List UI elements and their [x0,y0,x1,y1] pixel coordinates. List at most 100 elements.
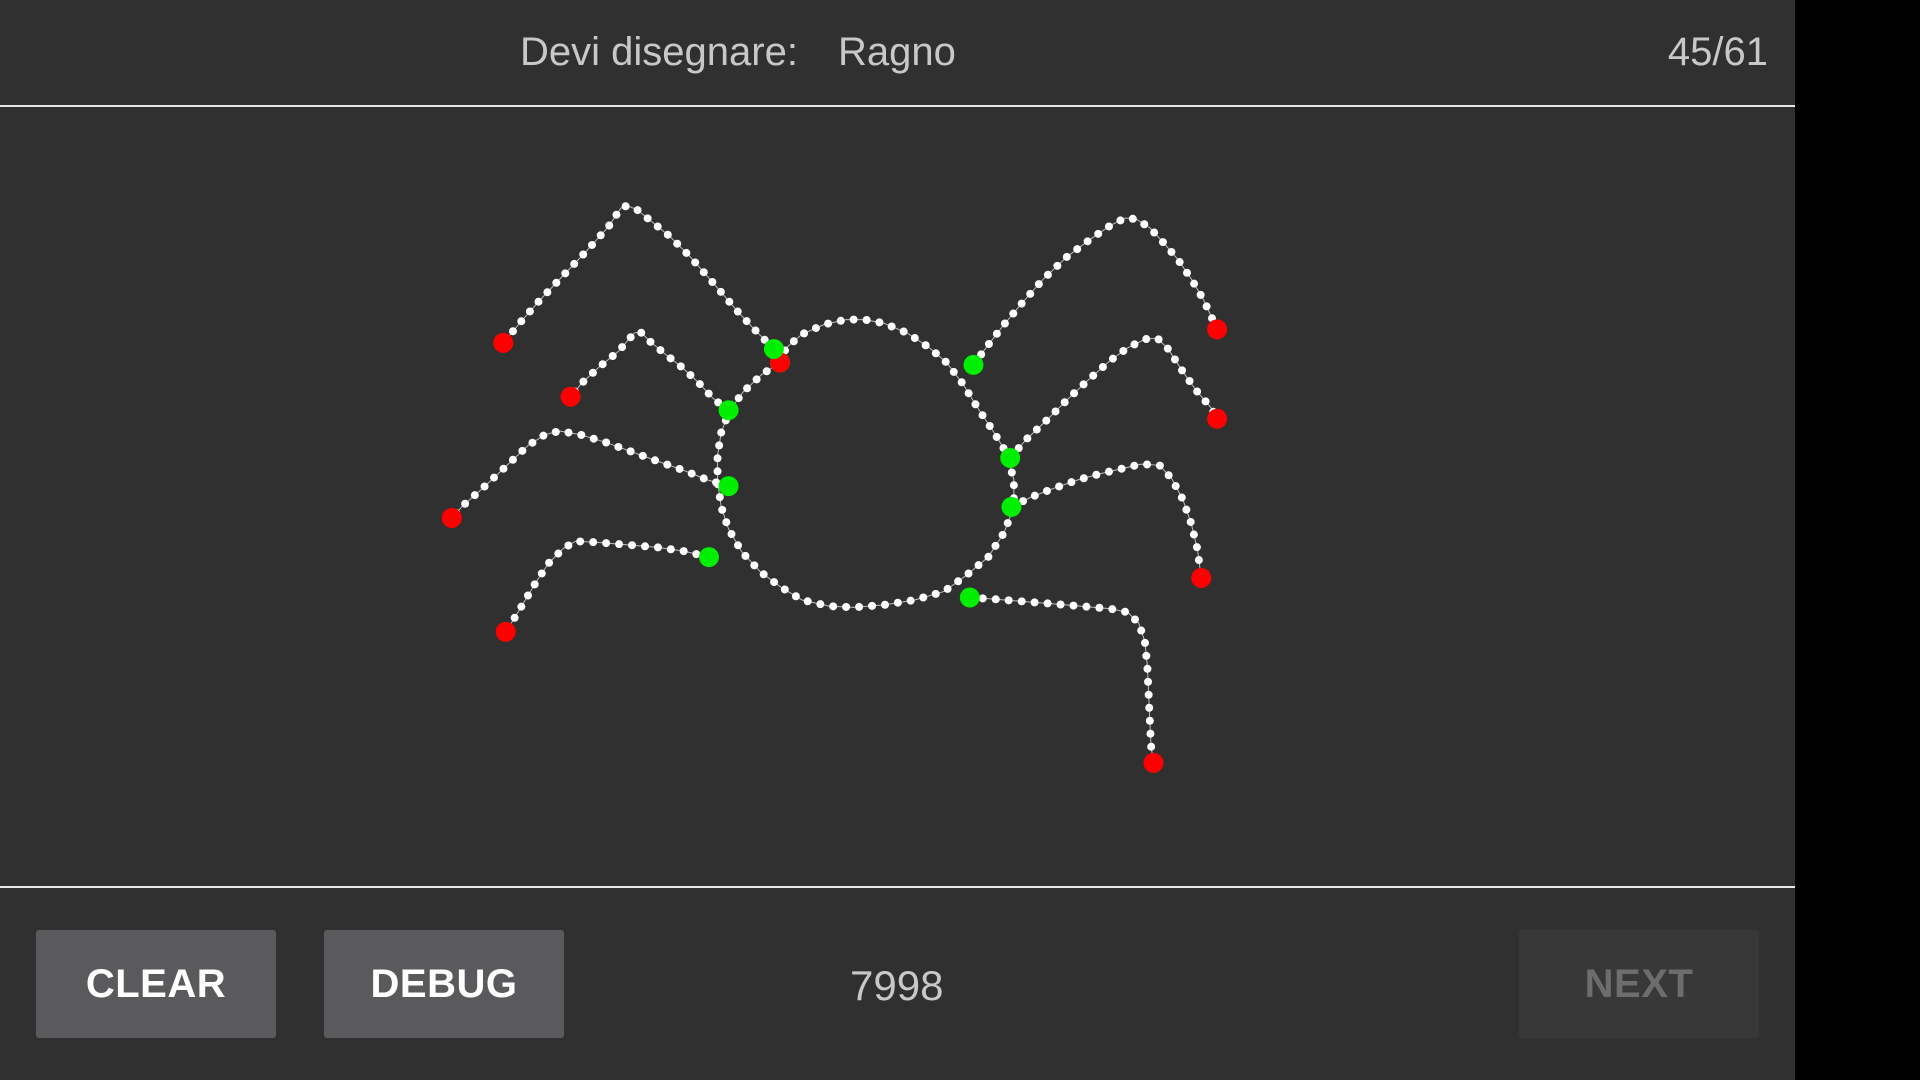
stroke-point [656,346,665,355]
stroke-point [971,400,980,409]
stroke-point [734,394,743,403]
stroke-end-point [1143,752,1164,773]
stroke-point [530,580,539,589]
next-button[interactable]: NEXT [1519,930,1759,1038]
stroke-point [1193,387,1202,396]
stroke-point [564,428,573,437]
stroke-end-point [560,386,581,407]
stroke-point [875,318,884,327]
stroke-point [1032,425,1041,434]
stroke-point [715,441,724,450]
stroke-point [1186,517,1195,526]
stroke-point [919,593,928,602]
stroke-point [791,592,800,601]
stroke-point [1137,626,1146,635]
stroke-point [1196,290,1205,299]
stroke-point [1201,397,1210,406]
score-value: 7998 [850,962,944,1009]
stroke-point [992,329,1001,338]
stroke-point [816,600,825,609]
stroke-point [800,329,809,338]
stroke-point [733,307,742,316]
stroke-point [985,422,994,431]
stroke-point [789,337,798,346]
screen-edge [1795,0,1920,1080]
stroke-point [1073,245,1082,254]
clear-button[interactable]: CLEAR [36,930,276,1038]
drawn-stroke-5 [495,537,719,642]
stroke-point [1182,505,1191,514]
stroke-point [954,577,963,586]
stroke-point [899,327,908,336]
stroke-point [1117,464,1126,473]
stroke-point [608,351,617,360]
stroke-point [1060,398,1069,407]
stroke-point [1150,228,1159,237]
stroke-point [1042,416,1051,425]
stroke-point [957,378,966,387]
stroke-point [679,547,688,556]
stroke-point [1062,252,1071,261]
stroke-point [829,602,838,611]
stroke-point [653,543,662,552]
stroke-point [699,268,708,277]
stroke-point [1053,261,1062,270]
stroke-point [984,339,993,348]
stroke-point [1083,237,1092,246]
stroke-point [579,377,588,386]
stroke-point [759,570,768,579]
stroke-point [1030,598,1039,607]
stroke-start-point [718,476,739,497]
stroke-point [1009,481,1018,490]
stroke-point [949,367,958,376]
stroke-point [1163,344,1172,353]
stroke-point [518,446,527,455]
stroke-point [715,493,724,502]
stroke-point [1147,742,1156,751]
stroke-point [1034,280,1043,289]
stroke-point [666,354,675,363]
stroke-point [1189,530,1198,539]
drawing-canvas[interactable] [0,107,1795,886]
stroke-point [1145,703,1154,712]
stroke-start-point [1001,496,1022,517]
stroke-point [991,541,1000,550]
stroke-start-point [963,354,984,375]
stroke-point [682,248,691,257]
stroke-point [836,316,845,325]
stroke-point [1017,299,1026,308]
stroke-point [499,464,508,473]
stroke-point [1098,362,1107,371]
stroke-point [579,250,588,259]
drawn-stroke-6 [963,214,1228,375]
stroke-point [1142,335,1151,344]
stroke-point [1143,460,1152,469]
stroke-point [716,287,725,296]
stroke-point [713,454,722,463]
debug-button[interactable]: DEBUG [324,930,564,1038]
stroke-point [718,505,727,514]
stroke-point [561,269,570,278]
stroke-point [1183,268,1192,277]
stroke-point [618,343,627,352]
stroke-point [704,389,713,398]
stroke-point [1042,486,1051,495]
stroke-point [633,206,642,215]
stroke-point [1128,214,1137,223]
stroke-point [1190,279,1199,288]
stroke-point [743,384,752,393]
stroke-point [1055,482,1064,491]
stroke-point [1009,309,1018,318]
stroke-point [615,540,624,549]
stroke-point [984,552,993,561]
stroke-point [602,438,611,447]
stroke-point [588,240,597,249]
stroke-point [964,389,973,398]
stroke-point [1130,461,1139,470]
stroke-point [1092,470,1101,479]
stroke-point [713,467,722,476]
stroke-point [543,288,552,297]
stroke-point [1082,602,1091,611]
stroke-path [969,597,1154,763]
stroke-point [552,278,561,287]
